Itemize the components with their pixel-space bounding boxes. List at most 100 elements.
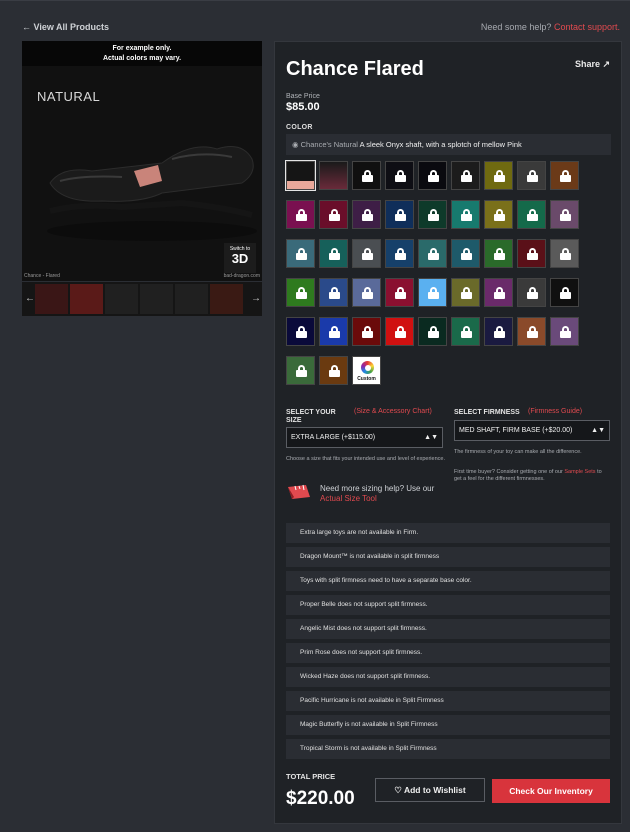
lock-icon — [560, 248, 571, 260]
color-swatch[interactable] — [418, 161, 447, 190]
color-swatch[interactable] — [484, 161, 513, 190]
color-swatch[interactable] — [418, 239, 447, 268]
base-price-label: Base Price — [286, 93, 320, 100]
size-chart-link[interactable]: (Size & Accessory Chart) — [354, 408, 434, 416]
firmness-select[interactable]: MED SHAFT, FIRM BASE (+$20.00) ▲▼ — [454, 420, 610, 441]
thumbnail[interactable] — [70, 284, 103, 314]
color-swatch[interactable] — [285, 160, 316, 191]
color-swatch[interactable] — [517, 239, 546, 268]
lock-icon — [428, 326, 439, 338]
lock-icon — [296, 365, 307, 377]
color-swatch[interactable] — [319, 200, 348, 229]
color-swatch[interactable] — [451, 317, 480, 346]
color-swatch[interactable] — [451, 278, 480, 307]
color-swatch[interactable] — [517, 200, 546, 229]
lock-icon — [461, 326, 472, 338]
lock-icon — [494, 326, 505, 338]
actual-size-tool-link[interactable]: Actual Size Tool — [320, 494, 377, 503]
color-swatch[interactable] — [550, 200, 579, 229]
lock-icon — [395, 170, 406, 182]
color-swatch[interactable] — [517, 317, 546, 346]
warning-item: Proper Belle does not support split firm… — [286, 595, 610, 615]
color-swatch[interactable] — [451, 200, 480, 229]
switch-3d-label: 3D — [231, 251, 249, 266]
lock-icon — [362, 287, 373, 299]
color-swatch[interactable] — [484, 239, 513, 268]
view-all-products-link[interactable]: ← View All Products — [22, 22, 109, 32]
color-swatch[interactable] — [550, 161, 579, 190]
firmness-guide-link[interactable]: (Firmness Guide) — [528, 408, 582, 415]
base-price-value: $85.00 — [286, 101, 320, 113]
sizing-help-text: Need more sizing help? Use our Actual Si… — [320, 484, 450, 504]
product-image[interactable]: For example only. Actual colors may vary.… — [22, 41, 262, 281]
color-swatch[interactable] — [550, 278, 579, 307]
color-watermark: NATURAL — [37, 89, 101, 104]
lock-icon — [560, 287, 571, 299]
color-swatch[interactable] — [451, 161, 480, 190]
color-swatch[interactable] — [352, 317, 381, 346]
color-swatch[interactable] — [517, 161, 546, 190]
color-swatch[interactable] — [352, 161, 381, 190]
color-swatch[interactable] — [352, 200, 381, 229]
ruler-icon — [288, 484, 310, 499]
color-swatch[interactable] — [550, 317, 579, 346]
color-swatch[interactable] — [319, 317, 348, 346]
color-swatch[interactable] — [286, 278, 315, 307]
help-label: Need some help? — [480, 22, 552, 32]
lock-icon — [329, 326, 340, 338]
color-swatch[interactable] — [286, 239, 315, 268]
next-arrow-icon[interactable]: → — [251, 293, 261, 304]
add-to-wishlist-button[interactable]: ♡ Add to Wishlist — [375, 778, 485, 802]
color-swatch[interactable] — [418, 317, 447, 346]
lock-icon — [560, 209, 571, 221]
size-select-value: EXTRA LARGE (+$115.00) — [291, 434, 376, 441]
color-swatch[interactable] — [385, 278, 414, 307]
help-text: Need some help? Contact support. — [481, 22, 620, 32]
prev-arrow-icon[interactable]: ← — [25, 293, 35, 304]
color-swatch[interactable] — [319, 161, 348, 190]
color-swatch[interactable] — [385, 161, 414, 190]
color-swatch[interactable] — [352, 278, 381, 307]
check-inventory-button[interactable]: Check Our Inventory — [492, 779, 610, 803]
warning-item: Pacific Hurricane is not available in Sp… — [286, 691, 610, 711]
color-swatch[interactable] — [286, 356, 315, 385]
lock-icon — [395, 326, 406, 338]
banner-line-2: Actual colors may vary. — [102, 55, 182, 62]
color-swatch[interactable] — [517, 278, 546, 307]
color-swatch[interactable] — [484, 317, 513, 346]
color-swatch[interactable] — [319, 356, 348, 385]
lock-icon — [296, 209, 307, 221]
thumbnail[interactable] — [175, 284, 208, 314]
sample-sets-link[interactable]: Sample Sets — [564, 469, 595, 475]
color-swatch[interactable] — [484, 278, 513, 307]
color-swatch[interactable] — [385, 239, 414, 268]
banner-line-1: For example only. — [112, 45, 172, 52]
sizing-help-label: Need more sizing help? Use our — [320, 484, 435, 493]
color-swatch[interactable] — [550, 239, 579, 268]
color-swatch[interactable] — [385, 317, 414, 346]
color-swatch[interactable] — [286, 317, 315, 346]
switch-to-3d-button[interactable]: Switch to 3D — [224, 243, 256, 273]
share-button[interactable]: Share ↗ — [575, 59, 610, 70]
color-swatch[interactable] — [385, 200, 414, 229]
color-swatch[interactable] — [418, 278, 447, 307]
color-swatch[interactable] — [451, 239, 480, 268]
lock-icon — [329, 209, 340, 221]
color-swatch[interactable] — [319, 278, 348, 307]
thumbnail[interactable] — [105, 284, 138, 314]
lock-icon — [329, 248, 340, 260]
thumbnail[interactable] — [210, 284, 243, 314]
custom-color-swatch[interactable]: Custom — [352, 356, 381, 385]
lock-icon — [527, 287, 538, 299]
color-swatch[interactable] — [286, 200, 315, 229]
color-swatch[interactable] — [319, 239, 348, 268]
color-swatch[interactable] — [418, 200, 447, 229]
thumbnail[interactable] — [35, 284, 68, 314]
palette-icon: ◉ — [292, 140, 299, 149]
size-select[interactable]: EXTRA LARGE (+$115.00) ▲▼ — [286, 427, 443, 448]
thumbnail[interactable] — [140, 284, 173, 314]
contact-support-link[interactable]: Contact support. — [554, 22, 620, 32]
thumbnail-strip: ← → — [22, 282, 262, 316]
color-swatch[interactable] — [352, 239, 381, 268]
color-swatch[interactable] — [484, 200, 513, 229]
